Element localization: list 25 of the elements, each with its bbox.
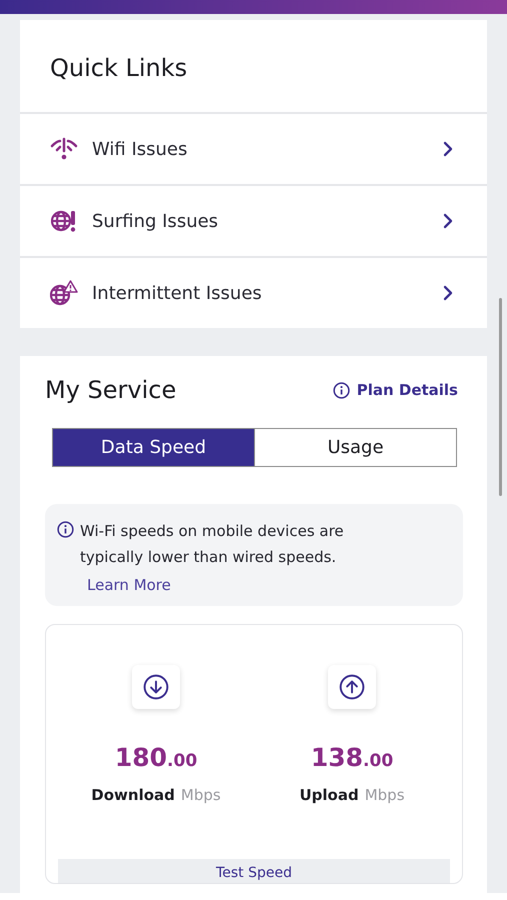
quick-link-item[interactable]: Surfing Issues: [20, 186, 487, 258]
speed-unit: Mbps: [180, 786, 221, 804]
speed-unit: Mbps: [364, 786, 405, 804]
speed-value: 180.00: [114, 743, 198, 772]
tab[interactable]: Data Speed: [53, 429, 254, 466]
quick-link-item[interactable]: Intermittent Issues: [20, 258, 487, 328]
quick-link-item[interactable]: Wifi Issues: [20, 114, 487, 186]
scrollbar[interactable]: [499, 298, 502, 496]
info-icon: [332, 382, 350, 398]
chevron-right-icon: [443, 285, 453, 301]
wifi-alert-icon: [49, 137, 79, 161]
globe-alert-icon: [51, 209, 77, 233]
section-title: Quick Links: [20, 20, 487, 114]
plan-details-link[interactable]: Plan Details: [332, 381, 458, 399]
section-title: My Service: [45, 376, 176, 404]
speed-value: 138.00: [310, 743, 394, 772]
chevron-right-icon: [443, 141, 453, 157]
speed-label: Download: [91, 786, 175, 804]
speed-label: Upload: [299, 786, 359, 804]
learn-more-link[interactable]: Learn More: [87, 576, 171, 594]
info-icon: [57, 521, 74, 538]
notice-text: Wi-Fi speeds on mobile devices are typically lower than wired speeds.: [80, 521, 345, 568]
test-speed-button[interactable]: Test Speed: [58, 859, 450, 883]
chevron-right-icon: [443, 213, 453, 229]
globe-warning-icon: [50, 280, 78, 306]
